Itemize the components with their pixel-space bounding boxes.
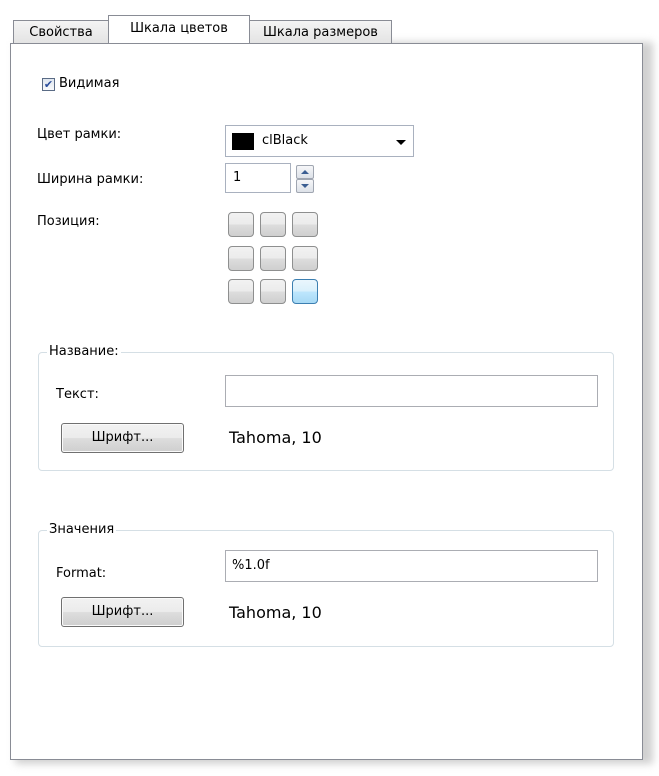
title-group-legend: Название: [47,344,121,359]
title-font-button[interactable]: Шрифт... [61,423,184,453]
position-bottom-right-button[interactable] [292,279,318,304]
tab-color-scale[interactable]: Шкала цветов [108,15,250,43]
title-text-input[interactable] [225,375,598,407]
chevron-down-icon [396,140,406,145]
visible-label: Видимая [59,76,120,91]
tab-size-scale[interactable]: Шкала размеров [249,20,392,44]
position-top-right-button[interactable] [292,212,318,237]
tab-properties[interactable]: Свойства [13,20,109,44]
title-groupbox [38,352,614,471]
border-width-label: Ширина рамки: [37,172,144,187]
values-groupbox [38,530,614,647]
arrow-down-icon [301,184,309,188]
values-group-legend: Значения [47,522,117,537]
position-bottom-left-button[interactable] [228,279,254,304]
border-color-label: Цвет рамки: [37,127,122,142]
position-label: Позиция: [37,214,100,229]
border-color-value: clBlack [262,133,308,148]
spin-up-button[interactable] [296,165,314,179]
title-text-label: Текст: [56,387,99,402]
arrow-up-icon [301,170,309,174]
border-color-dropdown[interactable]: clBlack [225,125,414,157]
position-top-center-button[interactable] [260,212,286,237]
spin-down-button[interactable] [296,179,314,193]
position-middle-right-button[interactable] [292,246,318,271]
title-font-info: Tahoma, 10 [229,428,322,447]
visible-checkbox[interactable]: ✔ [42,78,55,91]
position-top-left-button[interactable] [228,212,254,237]
border-width-input[interactable]: 1 [225,163,291,193]
values-font-info: Tahoma, 10 [229,603,322,622]
values-font-button[interactable]: Шрифт... [61,597,184,627]
format-input[interactable]: %1.0f [225,550,598,582]
format-label: Format: [56,566,107,581]
position-bottom-center-button[interactable] [260,279,286,304]
color-swatch [232,133,254,150]
position-middle-center-button[interactable] [260,246,286,271]
position-middle-left-button[interactable] [228,246,254,271]
